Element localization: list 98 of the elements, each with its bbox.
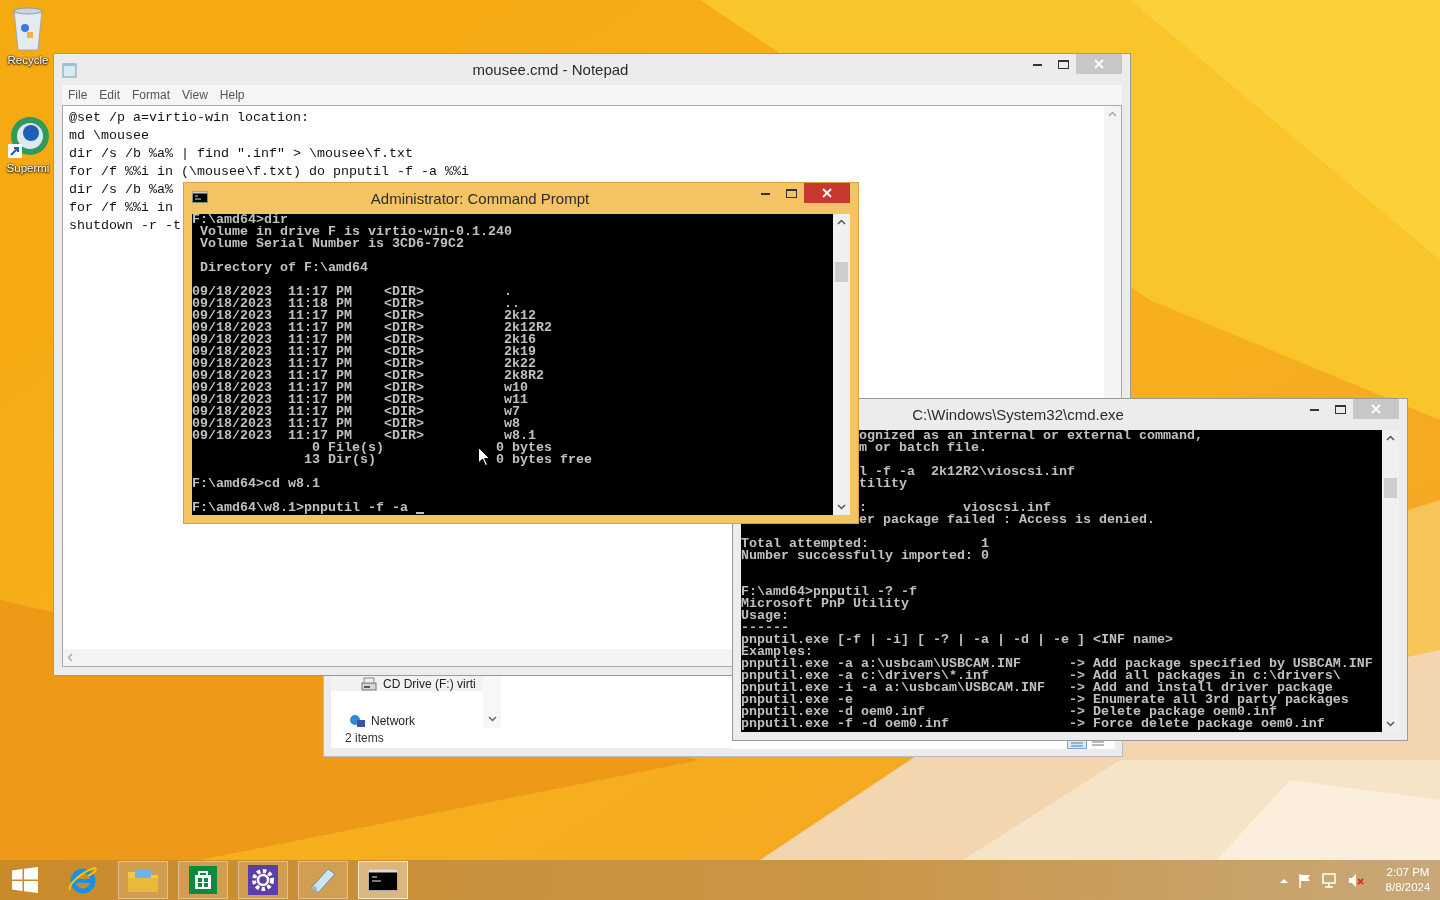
explorer-window[interactable]: CD Drive (F:) virti Network 2 items bbox=[323, 676, 732, 757]
console-icon bbox=[368, 869, 398, 891]
scrollbar-thumb[interactable] bbox=[1384, 478, 1397, 498]
console-line: 09/18/2023 11:17 PM <DIR> 2k19 bbox=[192, 346, 536, 358]
globe-shortcut-icon[interactable] bbox=[6, 114, 50, 160]
console-line: 0 bytes free bbox=[495, 454, 592, 466]
flag-icon[interactable] bbox=[1298, 872, 1312, 888]
caret-up-icon[interactable] bbox=[1280, 877, 1288, 883]
console-line[interactable]: F:\amd64\w8.1>pnputil -f -a bbox=[192, 502, 416, 514]
notepad-icon bbox=[62, 62, 77, 78]
console-line: 09/18/2023 11:17 PM <DIR> 2k16 bbox=[192, 334, 536, 346]
nav-item[interactable]: Network bbox=[331, 713, 483, 728]
console-line: er package failed : Access is denied. bbox=[859, 512, 1155, 527]
speaker-muted-icon[interactable] bbox=[1348, 872, 1364, 888]
console-window[interactable] bbox=[183, 182, 859, 524]
console-line: Usage: bbox=[741, 610, 789, 622]
console-line: l -f -a 2k12R2\vioscsi.inf bbox=[859, 464, 1075, 479]
taskbar-button[interactable] bbox=[238, 861, 288, 899]
console-line: F:\amd64>dir bbox=[192, 214, 288, 226]
windows-logo-icon bbox=[12, 867, 38, 893]
minimize-icon bbox=[760, 191, 770, 195]
console-line: 09/18/2023 11:17 PM <DIR> 2k12R2 bbox=[192, 322, 552, 334]
menu-item[interactable]: Help bbox=[213, 88, 251, 102]
console-line: ognized as an internal or external command, bbox=[859, 430, 1203, 443]
maximize-icon bbox=[785, 188, 797, 198]
menu-item[interactable]: View bbox=[176, 88, 214, 102]
disc-drive-icon bbox=[361, 676, 377, 691]
status-text: 2 items bbox=[345, 731, 384, 745]
scroll-down-icon[interactable] bbox=[837, 504, 846, 510]
clock-date: 8/8/2024 bbox=[1385, 880, 1431, 895]
settings-icon bbox=[248, 865, 278, 895]
console-line: Directory of F:\amd64 bbox=[199, 262, 368, 274]
console-line: Volume in drive F is virtio-win-0.1.240 bbox=[199, 226, 512, 238]
console-line: ------ bbox=[741, 622, 789, 634]
console-line: Total attempted: 1 bbox=[741, 538, 989, 550]
maximize-icon bbox=[1057, 59, 1069, 69]
menu-item[interactable]: File bbox=[62, 88, 94, 102]
scrollbar-thumb[interactable] bbox=[835, 262, 848, 282]
scroll-up-icon[interactable] bbox=[1386, 435, 1395, 441]
close-icon bbox=[1094, 59, 1104, 69]
console-line: 09/18/2023 11:17 PM <DIR> . bbox=[192, 286, 512, 298]
console-line: F:\amd64>cd w8.1 bbox=[192, 478, 320, 490]
console-line: pnputil.exe [-f | -i] [ -? | -a | -d | -e ] <INF name> bbox=[741, 634, 1173, 646]
console-line: 09/18/2023 11:17 PM <DIR> w8.1 bbox=[192, 430, 536, 442]
chevron-down-icon[interactable] bbox=[487, 716, 497, 722]
close-icon bbox=[822, 188, 832, 198]
console-window[interactable] bbox=[732, 398, 1408, 741]
close-icon bbox=[1371, 404, 1381, 414]
console-line: : vioscsi.inf bbox=[859, 500, 1051, 515]
tiles-view-icon[interactable] bbox=[1091, 741, 1105, 747]
text-cursor bbox=[415, 512, 424, 514]
scrollbar[interactable] bbox=[1382, 430, 1399, 732]
mouse-pointer-icon bbox=[478, 447, 490, 466]
console-line: 09/18/2023 11:17 PM <DIR> 2k12 bbox=[192, 310, 536, 322]
network-icon[interactable] bbox=[1322, 872, 1338, 888]
minimize-icon bbox=[1032, 62, 1042, 66]
menu-item[interactable]: Format bbox=[126, 88, 177, 102]
minimize-icon bbox=[1309, 407, 1319, 411]
scroll-down-icon[interactable] bbox=[1386, 721, 1395, 727]
console-line: 09/18/2023 11:17 PM <DIR> w10 bbox=[192, 382, 528, 394]
console-line: tility bbox=[859, 476, 907, 491]
console-line: 09/18/2023 11:17 PM <DIR> 2k22 bbox=[192, 358, 536, 370]
console-line: Examples: bbox=[741, 646, 813, 658]
console-line: pnputil.exe -a c:\drivers\*.inf -> Add all packages in c:\drivers\ bbox=[741, 670, 1341, 682]
console-line: pnputil.exe -i -a a:\usbcam\USBCAM.INF -> Add and install driver package bbox=[741, 682, 1333, 694]
console-icon bbox=[192, 191, 208, 203]
console-line: 09/18/2023 11:17 PM <DIR> w8 bbox=[192, 418, 520, 430]
notepad-icon bbox=[308, 866, 338, 894]
console-line: 09/18/2023 11:17 PM <DIR> w7 bbox=[192, 406, 520, 418]
console-line: 09/18/2023 11:18 PM <DIR> .. bbox=[192, 298, 520, 310]
console-line: F:\amd64>pnputil -? -f bbox=[741, 586, 917, 598]
menu-item[interactable]: Edit bbox=[93, 88, 127, 102]
console-line: 13 Dir(s) bbox=[302, 454, 376, 466]
console-line: Volume Serial Number is 3CD6-79C2 bbox=[199, 238, 464, 250]
scroll-left-icon[interactable] bbox=[67, 653, 73, 662]
console-line: 09/18/2023 11:17 PM <DIR> w11 bbox=[192, 394, 528, 406]
nav-item[interactable]: CD Drive (F:) virti bbox=[331, 676, 483, 691]
shopping-bag-icon bbox=[189, 866, 217, 894]
window-title: C:\Windows\System32\cmd.exe bbox=[911, 406, 1125, 423]
window-title: Administrator: Command Prompt bbox=[369, 190, 591, 207]
folder-icon bbox=[127, 867, 159, 893]
console-line: pnputil.exe -d oem0.inf -> Delete package oem0.inf bbox=[741, 706, 1277, 718]
console-line: Microsoft PnP Utility bbox=[741, 598, 909, 610]
network-icon bbox=[349, 713, 365, 728]
console-line: pnputil.exe -f -d oem0.inf -> Force delete package oem0.inf bbox=[741, 718, 1325, 730]
scroll-up-icon[interactable] bbox=[837, 219, 846, 225]
console-line: Number successfully imported: 0 bbox=[741, 550, 989, 562]
close-button[interactable] bbox=[804, 183, 850, 203]
scrollbar[interactable] bbox=[833, 214, 850, 515]
console-line: 09/18/2023 11:17 PM <DIR> 2k8R2 bbox=[192, 370, 544, 382]
console-line: pnputil.exe -a a:\usbcam\USBCAM.INF -> Add package specified by USBCAM.INF bbox=[741, 658, 1373, 670]
browser-icon bbox=[67, 865, 99, 895]
clock-time: 2:07 PM bbox=[1386, 865, 1430, 880]
taskbar-button[interactable] bbox=[358, 861, 408, 899]
window-title: mousee.cmd - Notepad bbox=[471, 61, 630, 78]
console-line: pnputil.exe -e -> Enumerate all 3rd party packages bbox=[741, 694, 1349, 706]
console-line: 0 File(s) 0 bytes bbox=[311, 442, 552, 454]
maximize-icon bbox=[1334, 404, 1346, 414]
